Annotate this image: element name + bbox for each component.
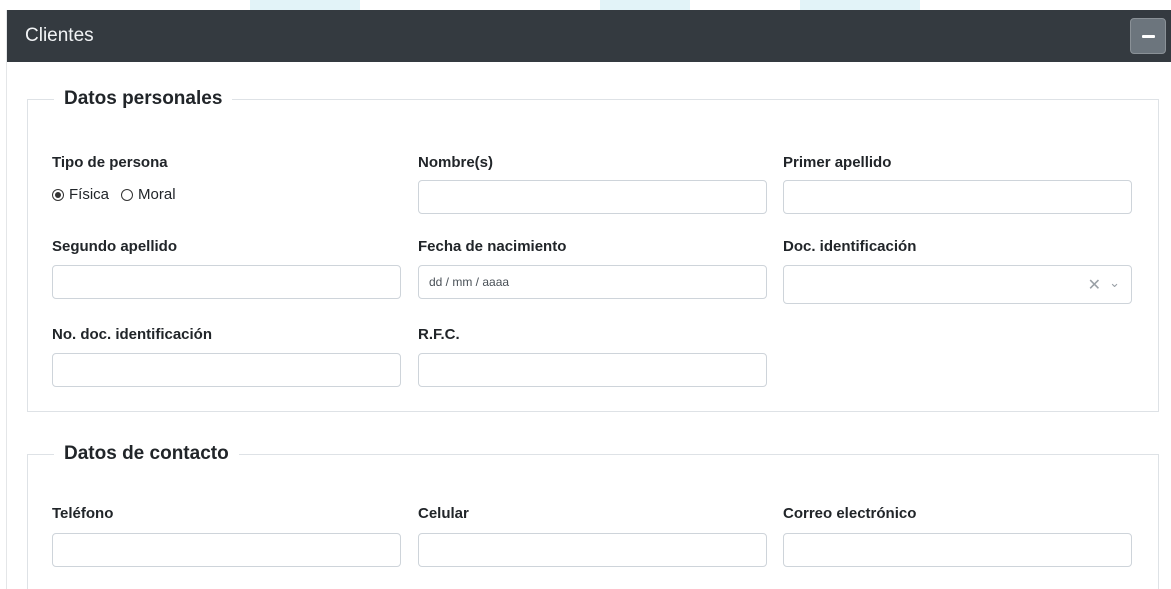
celular-input[interactable] (418, 533, 767, 567)
background-watermark (800, 0, 920, 10)
field-label: Fecha de nacimiento (418, 238, 567, 255)
chevron-down-icon[interactable]: ⌄ (1109, 275, 1120, 291)
section-legend: Datos personales (64, 88, 223, 109)
field-label: Teléfono (52, 505, 114, 522)
primer-apellido-field: Primer apellido (783, 154, 1132, 214)
radio-moral[interactable] (121, 188, 134, 201)
panel-header: Clientes (7, 10, 1171, 62)
radio-label-moral[interactable]: Moral (138, 186, 176, 203)
nombre-field: Nombre(s) (418, 154, 767, 214)
collapse-button[interactable] (1130, 18, 1166, 54)
background-watermark (250, 0, 360, 10)
field-label: Tipo de persona (52, 154, 168, 171)
datos-personales-section: Datos personales Tipo de persona Física … (27, 88, 1159, 412)
no-doc-identificacion-input[interactable] (52, 353, 401, 387)
rfc-input[interactable] (418, 353, 767, 387)
field-label: Primer apellido (783, 154, 892, 171)
tipo-persona-radio-group: Física Moral (52, 186, 188, 203)
background-watermark (600, 0, 690, 10)
nombre-input[interactable] (418, 180, 767, 214)
field-label: R.F.C. (418, 326, 460, 343)
clear-icon[interactable]: ✕ (1088, 275, 1101, 295)
telefono-input[interactable] (52, 533, 401, 567)
doc-identificacion-select[interactable]: ✕ ⌄ (783, 265, 1132, 304)
segundo-apellido-input[interactable] (52, 265, 401, 299)
minus-icon (1142, 35, 1155, 38)
section-legend: Datos de contacto (64, 443, 229, 464)
no-doc-identificacion-field: No. doc. identificación (52, 326, 401, 387)
segundo-apellido-field: Segundo apellido (52, 238, 401, 299)
correo-input[interactable] (783, 533, 1132, 567)
field-label: Nombre(s) (418, 154, 494, 171)
radio-label-fisica[interactable]: Física (69, 186, 109, 203)
panel-title: Clientes (25, 25, 94, 46)
tipo-persona-field: Tipo de persona Física Moral (52, 154, 401, 203)
celular-field: Celular (418, 505, 767, 567)
field-label: No. doc. identificación (52, 326, 213, 343)
correo-field: Correo electrónico (783, 505, 1132, 567)
radio-fisica[interactable] (52, 188, 64, 201)
datos-contacto-section: Datos de contacto Teléfono Celular Corre… (27, 443, 1159, 589)
field-label: Correo electrónico (783, 505, 917, 522)
field-label: Celular (418, 505, 469, 522)
telefono-field: Teléfono (52, 505, 401, 567)
doc-identificacion-field: Doc. identificación ✕ ⌄ (783, 238, 1132, 304)
field-label: Segundo apellido (52, 238, 178, 255)
fecha-nacimiento-field: Fecha de nacimiento dd / mm / aaaa (418, 238, 767, 299)
fecha-nacimiento-input[interactable]: dd / mm / aaaa (418, 265, 767, 299)
primer-apellido-input[interactable] (783, 180, 1132, 214)
rfc-field: R.F.C. (418, 326, 767, 387)
field-label: Doc. identificación (783, 238, 917, 255)
